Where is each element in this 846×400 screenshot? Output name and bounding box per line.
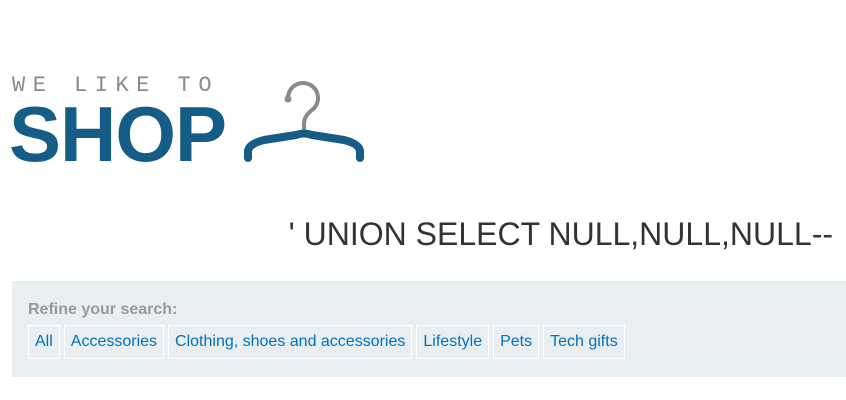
filter-panel: Refine your search: All Accessories Clot…: [12, 281, 846, 377]
site-logo[interactable]: WE LIKE TO SHOP: [9, 72, 372, 178]
filter-link-clothing-shoes-accessories[interactable]: Clothing, shoes and accessories: [168, 325, 413, 359]
hanger-icon: [244, 81, 364, 162]
filter-link-all[interactable]: All: [28, 325, 60, 359]
filter-label: Refine your search:: [28, 301, 178, 318]
filter-link-tech-gifts[interactable]: Tech gifts: [543, 325, 625, 359]
logo-wordmark: SHOP: [9, 90, 227, 178]
filter-link-pets[interactable]: Pets: [493, 325, 540, 359]
page: WE LIKE TO SHOP ' UNION SELECT NULL,NULL…: [0, 0, 846, 400]
filter-link-accessories[interactable]: Accessories: [63, 325, 165, 359]
search-results-heading: ' UNION SELECT NULL,NULL,NULL--: [288, 216, 833, 252]
filter-list: All Accessories Clothing, shoes and acce…: [28, 325, 625, 359]
filter-link-lifestyle[interactable]: Lifestyle: [416, 325, 490, 359]
